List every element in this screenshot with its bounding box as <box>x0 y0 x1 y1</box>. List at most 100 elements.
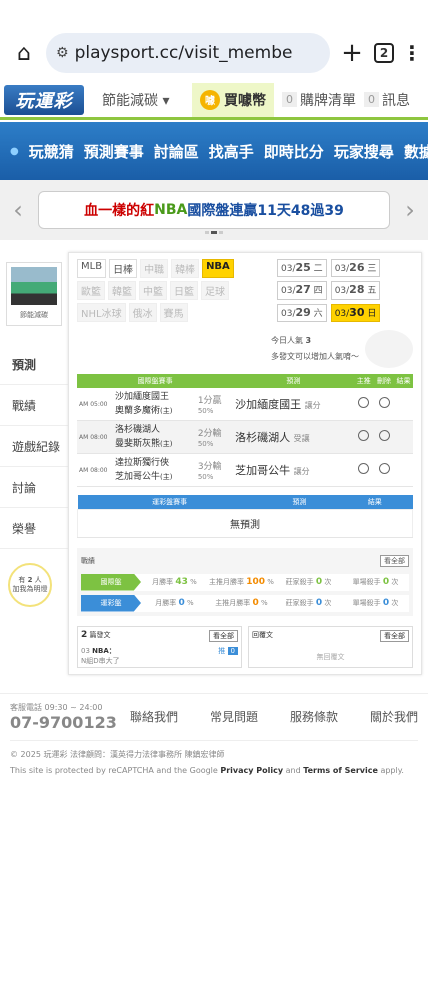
date-month: 03/ <box>334 286 350 297</box>
address-bar[interactable]: ⚙ playsport.cc/visit_membe <box>46 33 330 73</box>
site-settings-icon[interactable]: ⚙ <box>56 45 69 61</box>
stat-month-value: 0 <box>178 598 185 608</box>
site-logo[interactable]: 玩運彩 <box>4 84 84 115</box>
more-vert-icon[interactable]: ⋮ <box>402 41 422 65</box>
league-tab[interactable]: 中職 <box>140 259 169 278</box>
league-tab[interactable]: 賽馬 <box>159 303 188 322</box>
chevron-left-icon[interactable]: ‹ <box>8 196 28 224</box>
new-tab-icon[interactable]: + <box>338 38 366 68</box>
pick-team: 芝加哥公牛 <box>235 464 291 477</box>
tos-link[interactable]: Terms of Service <box>303 766 378 775</box>
footer-terms-link[interactable]: 服務條款 <box>290 708 338 725</box>
avatar[interactable]: 節能減碳 <box>6 262 62 326</box>
chevron-right-icon[interactable]: › <box>400 196 420 224</box>
main-pick-radio[interactable] <box>358 430 370 441</box>
date-tab[interactable]: 03/29 六 <box>277 303 327 322</box>
bulb-unit: 人 <box>34 576 42 584</box>
buy-coin-button[interactable]: 噱 買噱幣 <box>192 82 274 117</box>
main-pick-radio[interactable] <box>358 397 370 408</box>
league-tab[interactable]: 足球 <box>201 281 229 300</box>
league-tab[interactable]: MLB <box>77 259 107 278</box>
stat-row: 運彩盤 月勝率 0 % 主推月勝率 0 % 莊家殺手 0 次 單場殺手 0 次 <box>81 594 409 612</box>
footer-faq-link[interactable]: 常見問題 <box>210 708 258 725</box>
league-tab[interactable]: NHL冰球 <box>77 303 126 322</box>
date-tab[interactable]: 03/25 二 <box>277 259 327 278</box>
league-tab[interactable]: 韓籃 <box>108 281 136 300</box>
league-tab[interactable]: 俄冰 <box>128 303 157 322</box>
post-title: NBA： <box>92 646 116 655</box>
date-month: 03/ <box>281 264 296 274</box>
stat-main-label: 主推月勝率 <box>209 578 245 586</box>
pick-team: 沙加緬度國王 <box>235 398 302 411</box>
bulb-icon[interactable]: 有 2 人 加我為明燈 <box>8 563 52 607</box>
prediction-panel: MLB 日棒 中職 韓棒 NBA 歐籃 韓籃 中籃 日籃 足球 NHL冰球 俄冰 賽馬 03/25 二0… <box>68 252 422 675</box>
league-tab[interactable]: 日籃 <box>170 281 198 300</box>
nav-item[interactable]: 玩競猜 <box>29 141 74 162</box>
league-tab[interactable]: 韓棒 <box>171 259 200 278</box>
menu-record[interactable]: 戰績 <box>0 385 68 426</box>
footer-about-link[interactable]: 關於我們 <box>370 708 418 725</box>
nav-item[interactable]: 即時比分 <box>264 141 324 162</box>
menu-honors[interactable]: 榮譽 <box>0 508 68 549</box>
date-day: 29 <box>295 305 311 319</box>
nav-item[interactable]: 數據 <box>404 141 428 162</box>
menu-discussion[interactable]: 討論 <box>0 467 68 508</box>
league-tab[interactable]: 日棒 <box>109 259 138 278</box>
stats-all-button[interactable]: 看全部 <box>380 554 409 567</box>
post-item[interactable]: 03 NBA： N組D串大了 推 0 <box>81 646 238 666</box>
replies-all-button[interactable]: 看全部 <box>380 629 409 642</box>
date-month: 03/ <box>334 308 350 319</box>
tab-switcher-button[interactable]: 2 <box>374 43 394 63</box>
odds: 2分輸 50% <box>195 420 234 454</box>
date-tab[interactable]: 03/26 三 <box>330 259 381 278</box>
date-month: 03/ <box>281 308 296 319</box>
date-weekday: 二 <box>313 264 323 274</box>
cart-link[interactable]: 購牌清單 <box>300 90 356 110</box>
date-tab[interactable]: 03/27 四 <box>277 281 327 300</box>
game-time: AM 05:00 <box>77 388 113 421</box>
replies-label: 回覆文 <box>252 630 273 639</box>
posts-all-button[interactable]: 看全部 <box>209 629 238 642</box>
banner-text[interactable]: 血一樣的紅 NBA 國際盤連贏11天48過39 <box>38 191 390 229</box>
delete-radio[interactable] <box>378 430 390 441</box>
league-tab[interactable]: 中籃 <box>139 281 167 300</box>
league-selector: MLB 日棒 中職 韓棒 NBA 歐籃 韓籃 中籃 日籃 足球 NHL冰球 俄冰 賽馬 <box>77 259 247 322</box>
footer-contact-link[interactable]: 聯絡我們 <box>130 708 178 725</box>
pick: 沙加緬度國王 讓分 <box>233 388 354 421</box>
odds-pct: 50% <box>197 439 214 448</box>
stat-single: 單場殺手 0 次 <box>342 577 409 587</box>
profile-sidebar: 節能減碳 預測 戰績 遊戲紀錄 討論 榮譽 有 2 人 加我為明燈 <box>0 252 68 675</box>
team-away: 洛杉磯湖人 <box>115 425 161 435</box>
lottery-prediction-table: 運彩盤賽事 預測 結果 無預測 <box>77 495 413 538</box>
nav-item[interactable]: 玩家搜尋 <box>334 141 394 162</box>
user-menu[interactable]: 節能減碳 ▾ <box>102 90 192 110</box>
home-icon[interactable]: ⌂ <box>10 41 38 66</box>
result-cell <box>394 388 413 421</box>
nav-item[interactable]: 找高手 <box>209 141 254 162</box>
privacy-link[interactable]: Privacy Policy <box>220 766 283 775</box>
date-day: 27 <box>295 283 311 297</box>
nav-dot-icon: ● <box>10 145 19 157</box>
bulb-label: 加我為明燈 <box>12 585 48 593</box>
pick-team: 洛杉磯湖人 <box>235 431 291 444</box>
popularity-label: 今日人氣 <box>271 336 303 345</box>
game-time: AM 08:00 <box>77 420 113 454</box>
date-tab[interactable]: 03/30 日 <box>330 303 381 322</box>
league-tab[interactable]: NBA <box>202 259 234 278</box>
recaptcha-and: and <box>283 765 304 775</box>
delete-radio[interactable] <box>378 463 390 474</box>
phone-number[interactable]: 07-9700123 <box>10 713 130 732</box>
profile-name: 節能減碳 <box>20 311 48 319</box>
league-tab[interactable]: 歐籃 <box>77 281 105 300</box>
nav-item[interactable]: 討論區 <box>154 141 199 162</box>
stat-month-label: 月勝率 <box>155 599 177 607</box>
nav-item[interactable]: 預測賽事 <box>84 141 144 162</box>
delete-radio[interactable] <box>378 397 390 408</box>
empty-predictions: 無預測 <box>77 508 413 538</box>
date-tab[interactable]: 03/28 五 <box>330 281 381 300</box>
main-pick-radio[interactable] <box>358 463 370 474</box>
menu-predictions[interactable]: 預測 <box>0 344 68 385</box>
messages-link[interactable]: 訊息 <box>382 90 410 110</box>
menu-game-log[interactable]: 遊戲紀錄 <box>0 426 68 467</box>
result-cell <box>394 420 413 454</box>
